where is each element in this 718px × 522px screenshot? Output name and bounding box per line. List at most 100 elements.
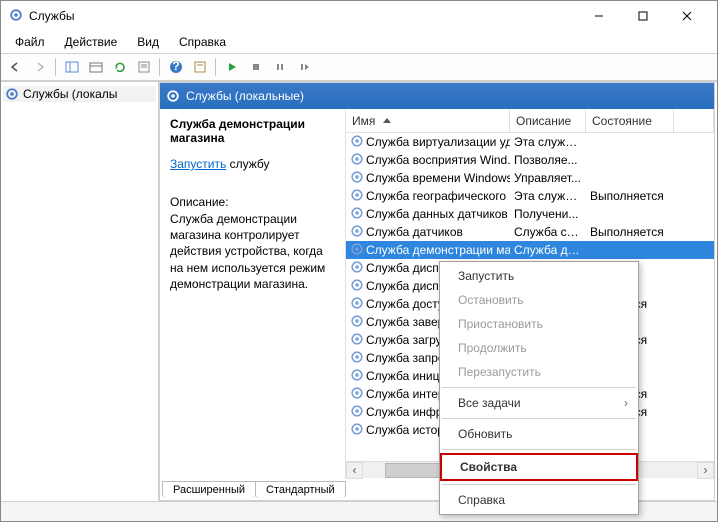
cell-description: Служба се... (510, 225, 586, 239)
menu-view[interactable]: Вид (129, 33, 167, 51)
stop-service-button[interactable] (245, 56, 267, 78)
help-button[interactable]: ? (165, 56, 187, 78)
help-topics-button[interactable] (189, 56, 211, 78)
description-label: Описание: (170, 195, 335, 209)
cell-name-text: Служба интерс (366, 387, 451, 401)
forward-button[interactable] (29, 56, 51, 78)
service-row[interactable]: Служба датчиков Служба се...Выполняется (346, 223, 714, 241)
menubar: Файл Действие Вид Справка (1, 31, 717, 53)
cell-name-text: Служба времени Windows (366, 171, 510, 185)
close-button[interactable] (665, 1, 709, 31)
ctx-properties[interactable]: Свойства (440, 453, 638, 481)
menu-file[interactable]: Файл (7, 33, 53, 51)
toolbar: ? (1, 53, 717, 81)
cell-name-text: Служба загруз (366, 333, 447, 347)
cell-description: Эта служб... (510, 135, 586, 149)
service-row[interactable]: Служба восприятия Wind...Позволяе... (346, 151, 714, 169)
cell-name-text: Служба восприятия Wind... (366, 153, 510, 167)
ctx-start[interactable]: Запустить (440, 264, 638, 288)
service-row[interactable]: Служба данных датчиковПолучени... (346, 205, 714, 223)
cell-name-text: Служба данных датчиков (366, 207, 508, 221)
ctx-separator (442, 484, 636, 485)
cell-name-text: Служба инфра (366, 405, 449, 419)
ctx-separator (442, 449, 636, 450)
separator (215, 58, 217, 76)
maximize-button[interactable] (621, 1, 665, 31)
start-service-link[interactable]: Запустить (170, 157, 226, 171)
scroll-left-arrow[interactable]: ‹ (346, 462, 363, 479)
start-service-button[interactable] (221, 56, 243, 78)
list-header: Службы (локальные) (160, 83, 714, 109)
menu-help[interactable]: Справка (171, 33, 234, 51)
gear-icon (350, 206, 364, 223)
services-icon (5, 87, 19, 101)
start-service-row: Запустить службу (170, 157, 335, 171)
tab-extended[interactable]: Расширенный (162, 481, 256, 498)
gear-icon (350, 242, 364, 259)
service-row[interactable]: Служба времени WindowsУправляет... (346, 169, 714, 187)
gear-icon (350, 332, 364, 349)
minimize-button[interactable] (577, 1, 621, 31)
ctx-resume: Продолжить (440, 336, 638, 360)
gear-icon (350, 314, 364, 331)
separator (159, 58, 161, 76)
services-icon (9, 8, 23, 25)
back-button[interactable] (5, 56, 27, 78)
gear-icon (350, 260, 364, 277)
ctx-refresh[interactable]: Обновить (440, 422, 638, 446)
ctx-all-tasks[interactable]: Все задачи (440, 391, 638, 415)
description-text: Служба демонстрации магазина контролируе… (170, 211, 335, 292)
cell-description: Служба де... (510, 243, 586, 257)
ctx-help[interactable]: Справка (440, 488, 638, 512)
cell-description: Эта служб... (510, 189, 586, 203)
pause-service-button[interactable] (269, 56, 291, 78)
cell-name: Служба демонстрации ма... (346, 242, 510, 259)
cell-name: Служба географического ... (346, 188, 510, 205)
gear-icon (350, 278, 364, 295)
gear-icon (350, 188, 364, 205)
cell-name-text: Служба датчиков (366, 225, 463, 239)
column-name[interactable]: Имя (346, 109, 510, 132)
cell-state: Выполняется (586, 225, 674, 239)
properties-button[interactable] (133, 56, 155, 78)
cell-name-text: Служба диспет (366, 279, 451, 293)
scroll-right-arrow[interactable]: › (697, 462, 714, 479)
cell-name: Служба данных датчиков (346, 206, 510, 223)
service-row[interactable]: Служба географического ...Эта служб...Вы… (346, 187, 714, 205)
context-menu: Запустить Остановить Приостановить Продо… (439, 261, 639, 515)
cell-name-text: Служба демонстрации ма... (366, 243, 510, 257)
grid-header: Имя Описание Состояние (346, 109, 714, 133)
cell-name-text: Служба иници (366, 369, 446, 383)
tab-standard[interactable]: Стандартный (255, 481, 346, 498)
cell-name-text: Служба диспет (366, 261, 451, 275)
cell-description: Управляет... (510, 171, 586, 185)
titlebar: Службы (1, 1, 717, 31)
tree-pane: Службы (локалы (1, 82, 159, 501)
cell-name: Служба виртуализации уд... (346, 134, 510, 151)
menu-action[interactable]: Действие (57, 33, 126, 51)
export-list-button[interactable] (85, 56, 107, 78)
ctx-pause: Приостановить (440, 312, 638, 336)
cell-state: Выполняется (586, 189, 674, 203)
ctx-stop: Остановить (440, 288, 638, 312)
service-row[interactable]: Служба демонстрации ма...Служба де... (346, 241, 714, 259)
column-description[interactable]: Описание (510, 109, 586, 132)
gear-icon (350, 404, 364, 421)
gear-icon (350, 170, 364, 187)
column-state[interactable]: Состояние (586, 109, 674, 132)
cell-description: Получени... (510, 207, 586, 221)
ctx-restart: Перезапустить (440, 360, 638, 384)
refresh-button[interactable] (109, 56, 131, 78)
gear-icon (350, 296, 364, 313)
cell-name-text: Служба истори (366, 423, 451, 437)
restart-service-button[interactable] (293, 56, 315, 78)
gear-icon (350, 152, 364, 169)
column-extra[interactable] (674, 109, 714, 132)
gear-icon (350, 422, 364, 439)
service-row[interactable]: Служба виртуализации уд...Эта служб... (346, 133, 714, 151)
tree-item-services-local[interactable]: Службы (локалы (3, 86, 156, 102)
gear-icon (350, 134, 364, 151)
cell-name: Служба датчиков (346, 224, 510, 241)
cell-name: Служба восприятия Wind... (346, 152, 510, 169)
show-hide-tree-button[interactable] (61, 56, 83, 78)
